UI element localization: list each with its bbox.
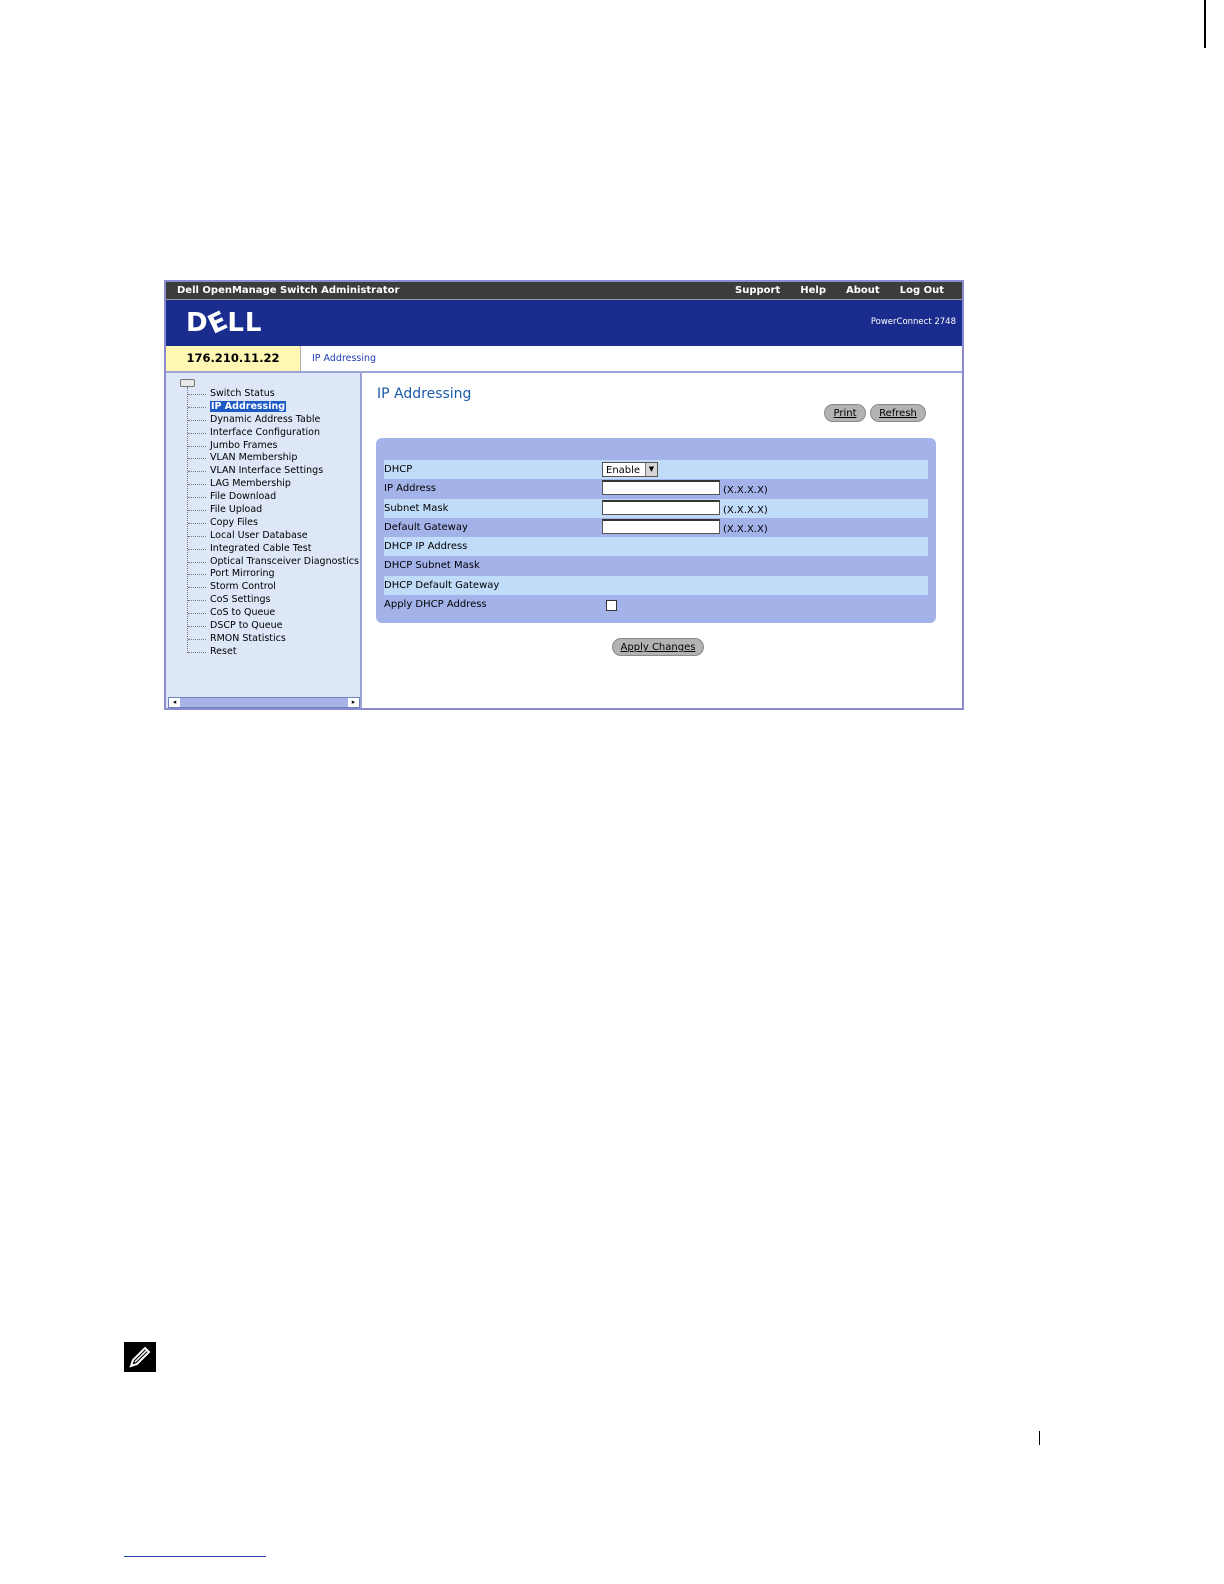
sidebar-item-label: VLAN Membership	[210, 452, 298, 464]
sidebar-item-label: Local User Database	[210, 529, 308, 541]
sidebar-item[interactable]: Reset	[166, 646, 359, 659]
footer-link-rule	[124, 1556, 266, 1557]
sidebar-item[interactable]: DSCP to Queue	[166, 620, 359, 633]
apply-dhcp-checkbox[interactable]	[606, 600, 617, 612]
sidebar-item[interactable]: Interface Configuration	[166, 427, 359, 440]
dhcp-select-value: Enable	[606, 465, 641, 476]
dell-logo: DELL	[186, 305, 263, 341]
scroll-right-icon[interactable]: ▸	[348, 698, 359, 707]
sidebar-item[interactable]: Copy Files	[166, 517, 359, 530]
sidebar-item[interactable]: Dynamic Address Table	[166, 414, 359, 427]
sidebar-item[interactable]: Local User Database	[166, 530, 359, 543]
default-gateway-row: Default Gateway (X.X.X.X)	[384, 518, 928, 537]
sidebar-item[interactable]: Optical Transceiver Diagnostics	[166, 556, 359, 569]
refresh-button[interactable]: Refresh	[870, 404, 926, 422]
help-link[interactable]: Help	[790, 282, 836, 299]
sidebar-item[interactable]: File Upload	[166, 504, 359, 517]
subnet-mask-row: Subnet Mask (X.X.X.X)	[384, 498, 928, 518]
sidebar-item-label: IP Addressing	[210, 400, 287, 412]
ip-address-label: IP Address	[384, 483, 436, 495]
sidebar-item-label: VLAN Interface Settings	[210, 465, 324, 477]
sidebar-item-label: Jumbo Frames	[210, 439, 278, 451]
apply-dhcp-label: Apply DHCP Address	[384, 599, 487, 611]
sidebar-item[interactable]: RMON Statistics	[166, 633, 359, 646]
switch-admin-window: Dell OpenManage Switch Administrator Sup…	[164, 280, 964, 710]
sidebar-item-label: RMON Statistics	[210, 632, 286, 644]
dhcp-ip-row: DHCP IP Address	[384, 537, 928, 557]
sidebar-item[interactable]: Integrated Cable Test	[166, 543, 359, 556]
default-gateway-label: Default Gateway	[384, 521, 468, 533]
dhcp-label: DHCP	[384, 464, 413, 475]
log-out-link[interactable]: Log Out	[890, 282, 954, 299]
tree-root-icon[interactable]	[180, 379, 195, 387]
sidebar-item[interactable]: VLAN Interface Settings	[166, 465, 359, 478]
dhcp-row: DHCP Enable ▼	[384, 460, 928, 480]
apply-dhcp-control	[602, 596, 618, 612]
sidebar-item-label: CoS Settings	[210, 594, 271, 606]
page-number-rule	[1039, 1431, 1040, 1445]
model-name: PowerConnect 2748	[870, 317, 956, 327]
about-link[interactable]: About	[836, 282, 890, 299]
dhcp-gateway-row: DHCP Default Gateway	[384, 575, 928, 596]
top-links: Support Help About Log Out	[725, 282, 954, 299]
tab-row: 176.210.11.22 IP Addressing	[166, 346, 962, 373]
nav-tree: Switch Status IP Addressing Dynamic Addres…	[166, 388, 359, 659]
sidebar-item-label: File Upload	[210, 504, 263, 516]
ip-address-input[interactable]	[602, 480, 720, 496]
breadcrumb: IP Addressing	[312, 353, 377, 364]
top-bar: Dell OpenManage Switch Administrator Sup…	[166, 282, 962, 300]
sidebar-item[interactable]: VLAN Membership	[166, 452, 359, 465]
ip-address-row: IP Address (X.X.X.X)	[384, 479, 928, 498]
sidebar-item-label: DSCP to Queue	[210, 620, 283, 632]
sidebar-item-label: Dynamic Address Table	[210, 413, 321, 425]
subnet-mask-input[interactable]	[602, 499, 720, 515]
default-gateway-input[interactable]	[602, 518, 720, 534]
dhcp-subnet-mask-label: DHCP Subnet Mask	[384, 560, 480, 572]
chevron-down-icon[interactable]: ▼	[645, 463, 657, 476]
note-pencil-icon	[124, 1342, 156, 1372]
sidebar-item[interactable]: LAG Membership	[166, 478, 359, 491]
sidebar-item[interactable]: CoS Settings	[166, 594, 359, 607]
dhcp-select[interactable]: Enable ▼	[602, 462, 658, 477]
sidebar-item[interactable]: Switch Status	[166, 388, 359, 401]
apply-changes-button[interactable]: Apply Changes	[612, 638, 704, 656]
sidebar-item-label: Storm Control	[210, 581, 276, 593]
sidebar-item[interactable]: Jumbo Frames	[166, 440, 359, 453]
app-title: Dell OpenManage Switch Administrator	[177, 285, 400, 296]
dhcp-ip-label: DHCP IP Address	[384, 541, 468, 553]
horizontal-scrollbar[interactable]: ◂ ▸	[168, 697, 360, 708]
page-title: IP Addressing	[377, 386, 472, 402]
sidebar-item-label: LAG Membership	[210, 478, 291, 490]
support-link[interactable]: Support	[725, 282, 790, 299]
dhcp-default-gateway-label: DHCP Default Gateway	[384, 579, 500, 591]
sidebar-item[interactable]: CoS to Queue	[166, 607, 359, 620]
sidebar-item-label: File Download	[210, 491, 277, 503]
sidebar-item-label: Port Mirroring	[210, 568, 275, 580]
apply-dhcp-row: Apply DHCP Address	[384, 595, 928, 614]
sidebar-item-label: Integrated Cable Test	[210, 542, 312, 554]
ip-settings-panel: DHCP Enable ▼ IP Address (X.X.X.X) Subne…	[376, 438, 936, 623]
sidebar-item[interactable]: File Download	[166, 491, 359, 504]
sidebar-item-label: Optical Transceiver Diagnostics	[210, 555, 359, 567]
sidebar-item-label: Interface Configuration	[210, 426, 320, 438]
sidebar-item-label: Switch Status	[210, 388, 275, 399]
sidebar-item-label: CoS to Queue	[210, 607, 276, 619]
main-content: IP Addressing Print Refresh DHCP Enable …	[362, 373, 962, 708]
sidebar-item[interactable]: Storm Control	[166, 581, 359, 594]
header-banner: DELL PowerConnect 2748	[166, 300, 962, 346]
print-button[interactable]: Print	[824, 404, 866, 422]
sidebar-item-label: Copy Files	[210, 516, 258, 528]
sidebar-item-label: Reset	[210, 645, 237, 657]
device-ip[interactable]: 176.210.11.22	[166, 346, 301, 371]
subnet-mask-label: Subnet Mask	[384, 502, 449, 514]
sidebar-item[interactable]: Port Mirroring	[166, 568, 359, 581]
sidebar: Switch Status IP Addressing Dynamic Addres…	[166, 373, 362, 708]
scroll-left-icon[interactable]: ◂	[169, 698, 180, 707]
sidebar-item[interactable]: IP Addressing	[166, 400, 359, 414]
page-edge-rule	[1204, 0, 1206, 48]
dhcp-mask-row: DHCP Subnet Mask	[384, 556, 928, 575]
